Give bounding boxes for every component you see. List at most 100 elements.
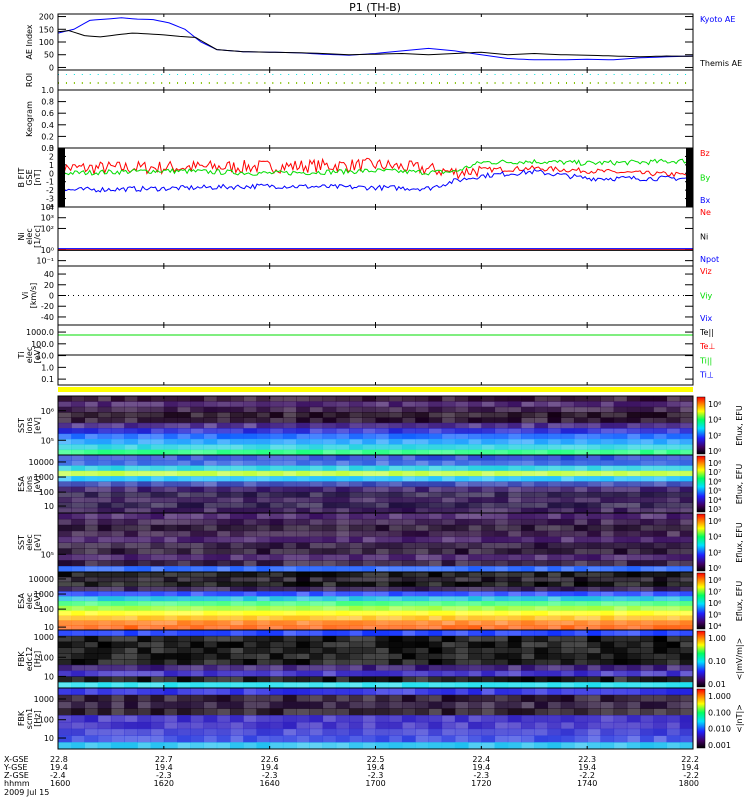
spectrogram-cell [124,536,138,543]
spectrogram-cell [190,548,205,555]
spectrogram-cell [428,576,443,583]
spectrogram-cell [296,401,310,408]
y-tick-label: 1.0 [41,86,54,95]
spectrogram-cell [666,502,681,509]
spectrogram-cell [481,486,496,493]
spectrogram-cell [243,572,257,578]
roi-dot [264,82,266,84]
spectrogram-cell [441,524,456,532]
spectrogram-cell [587,460,601,467]
spectrogram-cell [150,735,165,743]
spectrogram-cell [454,518,469,526]
spectrogram-cell [560,701,575,709]
spectrogram-cell [401,688,416,696]
spectrogram-cell [454,742,469,750]
spectrogram-cell [640,576,654,583]
spectrogram-cell [322,615,337,621]
spectrogram-cell [150,401,165,408]
spectrogram-cell [640,554,654,561]
spectrogram-cell [362,401,376,408]
spectrogram-cell [600,554,615,561]
spectrogram-cell [653,465,668,472]
spectrogram-cell [521,412,535,418]
spectrogram-cell [679,486,694,493]
spectrogram-cell [626,530,641,538]
spectrogram-cell [177,601,191,607]
spectrogram-cell [190,396,205,402]
spectrogram-cell [282,542,297,549]
spectrogram-cell [216,396,231,402]
spectrogram-cell [309,476,324,482]
spectrogram-cell [137,635,152,643]
spectrogram-cell [666,548,681,555]
spectrogram-cell [124,708,138,716]
spectrogram-cell [177,502,191,509]
spectrogram-cell [256,708,271,716]
spectrogram-cell [203,502,218,509]
spectrogram-cell [679,653,694,660]
spectrogram-cell [428,438,443,445]
panel-keogram [57,89,694,149]
spectrogram-cell [150,560,165,567]
spectrogram-cell [137,641,152,648]
spectrogram-cell [97,586,112,592]
spectrogram-cell [521,572,535,578]
spectrogram-cell [362,438,376,445]
spectrogram-cell [521,641,535,648]
spectrogram-cell [177,605,191,612]
roi-dot [613,74,615,75]
spectrogram-cell [97,615,112,621]
spectrogram-cell [388,670,403,677]
legend-ni: Ni [700,233,708,242]
spectrogram-cell [415,542,429,549]
spectrogram-cell [587,591,601,597]
spectrogram-cell [282,572,297,578]
spectrogram-cell [534,659,548,666]
spectrogram-cell [124,630,138,637]
spectrogram-cell [600,560,615,567]
panel-fbk_scm1 [57,687,706,750]
spectrogram-cell [428,601,443,607]
spectrogram-cell [573,542,588,549]
roi-dot [534,74,536,75]
spectrogram-cell [137,591,152,597]
spectrogram-cell [177,576,191,583]
spectrogram-cell [573,406,588,413]
spectrogram-cell [521,610,535,616]
spectrogram-cell [428,728,443,736]
roi-dot [296,74,298,75]
spectrogram-cell [521,586,535,592]
spectrogram-cell [58,481,72,488]
spectrogram-cell [494,676,509,683]
spectrogram-cell [573,491,588,498]
spectrogram-cell [362,444,376,451]
spectrogram-cell [507,486,522,493]
roi-dot [407,82,409,84]
spectrogram-cell [388,455,403,461]
spectrogram-cell [415,670,429,677]
spectrogram-cell [626,620,641,626]
spectrogram-cell [600,601,615,607]
spectrogram-cell [428,630,443,637]
spectrogram-cell [454,664,469,672]
spectrogram-cell [269,708,284,716]
spectrogram-cell [441,444,456,451]
spectrogram-cell [454,688,469,696]
spectrogram-cell [243,641,257,648]
spectrogram-cell [388,630,403,637]
spectrogram-cell [626,586,641,592]
spectrogram-cell [322,486,337,493]
spectrogram-cell [309,605,324,612]
spectrogram-cell [229,560,244,567]
spectrogram-cell [666,586,681,592]
spectrogram-cell [309,513,324,520]
spectrogram-cell [203,630,218,637]
spectrogram-cell [177,615,191,621]
spectrogram-cell [243,596,257,602]
spectrogram-cell [640,476,654,482]
spectrogram-cell [58,460,72,467]
spectrogram-cell [428,742,443,750]
spectrogram-cell [547,647,562,654]
spectrogram-cell [560,491,575,498]
y-tick-label: 1000 [34,633,54,642]
